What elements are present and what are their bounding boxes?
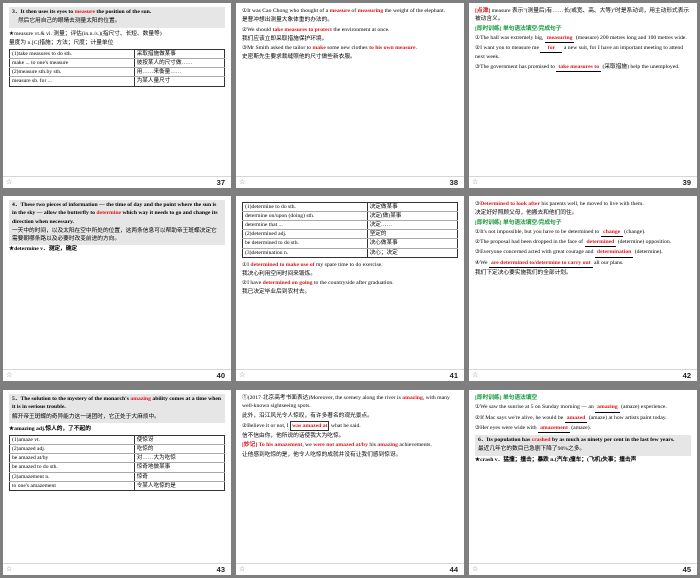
star-icon[interactable]: ☆: [472, 565, 478, 573]
answer-blank[interactable]: amazing: [595, 403, 620, 413]
answer-blank[interactable]: determination: [594, 248, 634, 258]
translation-2: 信不信由你，他所说的话使我大为吃惊。: [242, 433, 345, 440]
answer-blank[interactable]: for: [540, 44, 563, 54]
answer-blank[interactable]: amazement: [538, 424, 570, 434]
vocab-definition: ★determine v．测定，确定: [9, 246, 78, 253]
page-number: 40: [216, 371, 225, 380]
translation-1: 此外，沿江风光令人惊叹，有许多著名的观光景点。: [242, 412, 373, 419]
page-number: 45: [682, 565, 691, 574]
answer-blank[interactable]: amazed: [564, 414, 588, 423]
vocab-definition-2: 量度为 n.[C]措施；方法；尺度；计量单位: [9, 39, 114, 46]
page-number: 43: [216, 565, 225, 574]
answer-blank[interactable]: change: [600, 228, 623, 238]
answer-blank[interactable]: measuring: [544, 34, 575, 44]
exercise-heading: [即时训练] 单句语法填空/完成句子: [475, 219, 562, 226]
phrase-table: (1)amaze vt. 使惊讶 (2)amazed adj. 吃惊的 be ama…: [9, 435, 226, 491]
star-icon[interactable]: ☆: [239, 565, 245, 573]
translation-3: 让他感到吃惊的是，他令人吃惊的成就并没有让我们感到惊讶。: [242, 451, 402, 458]
star-icon[interactable]: ☆: [239, 178, 245, 186]
star-icon[interactable]: ☆: [6, 178, 12, 186]
vocab-definition: ★measure vt.& vi. 测量；评估(in.n./s.)(指尺寸、长短…: [9, 30, 162, 37]
vocab-definition: ★crash v．猛撞；撞击；暴跌 n.(汽车)撞车；(飞机)失事；撞击声: [475, 456, 637, 463]
translation-1: 是曹冲想出测量大象体重的办法的。: [242, 17, 333, 24]
slide-43[interactable]: 5．The solution to the mystery of the mon…: [3, 390, 231, 575]
answer-blank[interactable]: are determined to/determine to carry out: [488, 259, 593, 268]
answer-blank[interactable]: determined: [584, 238, 617, 248]
slide-44[interactable]: ①(2017·北京高考书面表达)Moreover, the scenery al…: [236, 390, 464, 575]
translation-1: 我决心利用空闲时间来锻炼。: [242, 270, 316, 277]
page-number: 39: [682, 178, 691, 187]
answer-blank[interactable]: take measures to: [556, 63, 602, 72]
star-icon[interactable]: ☆: [6, 565, 12, 573]
translation-2: 我们应该立即采取措施保护环境。: [242, 35, 328, 42]
slide-39[interactable]: [点津] measure 表示"(测量后)有……长(或宽、高、大等)"时是系动词…: [469, 3, 697, 188]
page-number: 41: [449, 371, 458, 380]
slide-38[interactable]: ①It was Cao Chong who thought of a measu…: [236, 3, 464, 188]
slide-37[interactable]: 3．It then uses its eyes to measure the p…: [3, 3, 231, 188]
star-icon[interactable]: ☆: [472, 371, 478, 379]
translation-3: 决定好好照顾父母，他搬去和他们同住。: [475, 210, 578, 217]
star-icon[interactable]: ☆: [472, 178, 478, 186]
sentence-translation: 然后它用自己的眼睛去测量太阳的位置。: [18, 18, 121, 25]
exercise-heading: [即时训练] 单句语法填空: [475, 395, 538, 401]
sentence-translation: 解开帝王斑蝶的奇异能力这一谜团时，它正处于大麻烦中。: [12, 413, 160, 420]
star-icon[interactable]: ☆: [6, 371, 12, 379]
slide-40[interactable]: 4．These two pieces of information — the …: [3, 196, 231, 381]
exercise-heading: [即时训练] 单句语法填空/完成句子: [475, 25, 562, 32]
translation-2: 我已决定毕业后到农村去。: [242, 289, 311, 296]
translation-3: 史密斯先生要求裁缝照他的尺寸做些新衣服。: [242, 54, 356, 61]
slide-41[interactable]: (1)determine to do sth. 决定做某事 determine o…: [236, 196, 464, 381]
page-number: 44: [449, 565, 458, 574]
phrase-table: (1)determine to do sth. 决定做某事 determine o…: [242, 201, 459, 258]
vocab-definition: ★amazing adj.惊人的，了不起的: [9, 425, 91, 432]
page-number: 38: [449, 178, 458, 187]
phrase-table: (1)take measures to do sth. 采取措施做某事 make …: [9, 49, 226, 87]
translation-4: 我们下定决心要实施我们的全部计划。: [475, 269, 572, 276]
slide-42[interactable]: ③Determined to look after his parents we…: [469, 196, 697, 381]
slide-45[interactable]: [即时训练] 单句语法填空 ①We saw the sunrise at 5 o…: [469, 390, 697, 575]
sentence-translation: 一天中的时间，以及太阳在空中所处的位置，这两条信息可以帮助帝王斑蝶决定它需要朝哪…: [12, 227, 217, 243]
page-number: 42: [682, 371, 691, 380]
page-number: 37: [216, 178, 225, 187]
sentence-translation: 最近几年它的数目已急剧下降了90%之多。: [478, 446, 586, 453]
star-icon[interactable]: ☆: [239, 371, 245, 379]
